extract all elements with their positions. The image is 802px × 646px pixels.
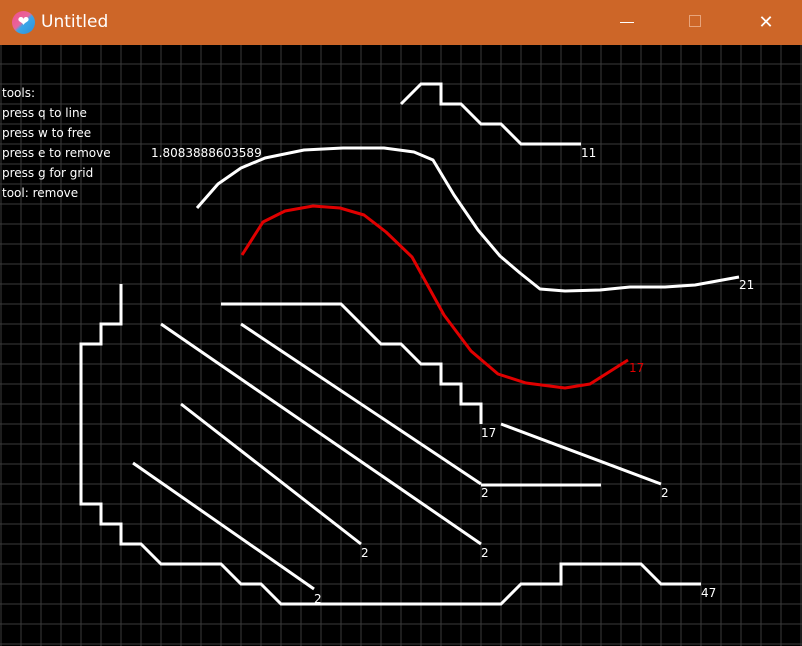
stroke-diag-left-short[interactable] [180, 402, 362, 546]
label-diag-lower-left: 2 [314, 592, 322, 606]
minimize-icon [620, 22, 634, 23]
drawing-canvas[interactable]: tools: press q to line press w to free p… [0, 45, 802, 646]
heart-icon: ❤ [17, 14, 30, 30]
app-window: ❤ Untitled ✕ tools: press q to line pres… [0, 0, 802, 646]
title-bar[interactable]: ❤ Untitled ✕ [0, 0, 802, 45]
label-top-step-line: 11 [581, 146, 597, 160]
hud-free-hint: press w to free [2, 126, 92, 140]
minimize-button[interactable] [604, 0, 650, 45]
label-outer-border: 47 [701, 586, 717, 600]
hud-tool-status: tool: remove [2, 186, 79, 200]
label-middle-step-line: 17 [481, 426, 497, 440]
label-diag-left-short: 2 [361, 546, 369, 560]
maximize-icon [689, 15, 701, 27]
label-long-curve: 21 [739, 278, 755, 292]
label-diag-center: 2 [481, 486, 489, 500]
hud-numeric-readout: 1.8083888603589 [151, 146, 262, 160]
stroke-top-steps[interactable] [399, 82, 581, 146]
maximize-button[interactable] [673, 0, 719, 45]
hud-tools-title: tools: [2, 86, 36, 100]
hud-remove-hint: press e to remove [2, 146, 111, 160]
label-diag-upper-left: 2 [481, 546, 489, 560]
window-title: Untitled [41, 12, 109, 32]
stroke-diag-lower-left[interactable] [132, 461, 315, 591]
close-icon: ✕ [758, 12, 774, 33]
label-red-curve: 17 [629, 361, 645, 375]
label-diag-upper-right: 2 [661, 486, 669, 500]
canvas-svg [0, 45, 802, 646]
hud-grid-hint: press g for grid [2, 166, 94, 180]
heart-app-icon: ❤ [12, 11, 35, 34]
stroke-long-curve[interactable] [195, 146, 740, 293]
hud-line-hint: press q to line [2, 106, 87, 120]
stroke-red-curve[interactable] [240, 204, 629, 390]
close-button[interactable]: ✕ [743, 0, 789, 45]
